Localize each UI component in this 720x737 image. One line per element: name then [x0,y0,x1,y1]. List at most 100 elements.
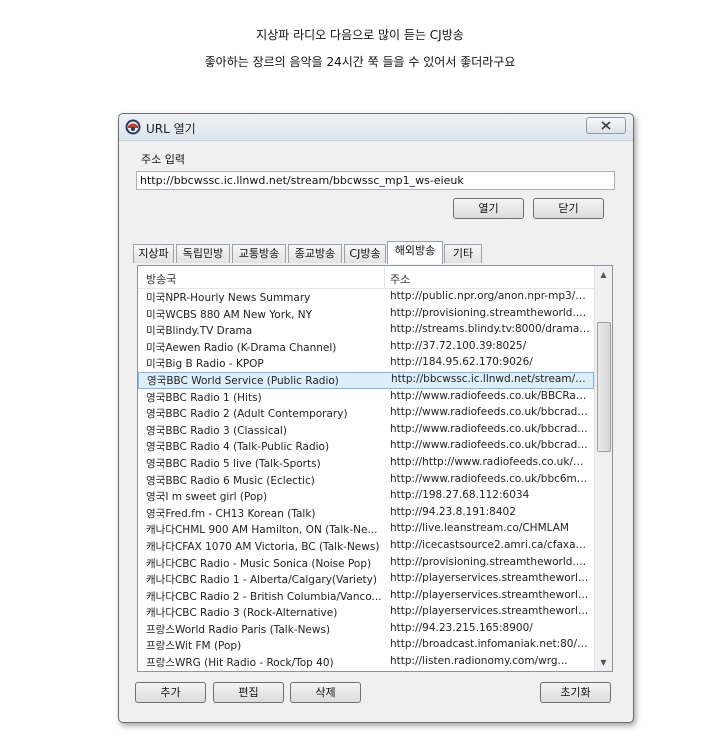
table-row[interactable]: 프랑스World Radio Paris (Talk-News) http://9… [138,621,594,638]
table-row[interactable]: 영국BBC Radio 5 live (Talk-Sports) http://h… [138,455,594,472]
station-url-cell: http://94.23.215.165:8900/ [390,621,533,634]
station-name-cell: 미국Blindy.TV Drama [146,325,253,338]
station-name-cell: 캐나다CBC Radio 2 - British Columbia/Vanco.… [146,590,382,603]
station-name-cell: 캐나다CBC Radio 3 (Rock-Alternative) [146,607,338,620]
table-row[interactable]: 영국I m sweet girl (Pop) http://198.27.68.1… [138,488,594,505]
station-url-cell: http://streams.blindy.tv:8000/drama.m... [390,323,590,336]
station-name-cell: 영국BBC World Service (Public Radio) [147,374,339,387]
address-label: 주소 입력 [141,153,185,166]
station-name-cell: 영국Fred.fm - CH13 Korean (Talk) [146,507,316,520]
table-row[interactable]: 캐나다CHML 900 AM Hamilton, ON (Talk-Ne... h… [138,521,594,538]
station-url-cell: http://bbcwssc.ic.llnwd.net/stream/bbc..… [391,372,591,385]
table-row[interactable]: 미국WCBS 880 AM New York, NY http://provisi… [138,306,594,323]
table-row[interactable]: 캐나다CBC Radio 1 - Alberta/Calgary(Variety… [138,571,594,588]
station-url-cell: http://public.npr.org/anon.npr-mp3/np... [390,290,590,302]
station-url-cell: http://icecastsource2.amri.ca/cfaxam-... [390,538,590,551]
table-row[interactable]: 영국BBC Radio 1 (Hits) http://www.radiofeed… [138,389,594,406]
url-input[interactable] [136,171,615,190]
table-row[interactable]: 캐나다CBC Radio 3 (Rock-Alternative) http://… [138,604,594,621]
station-name-cell: 캐나다CBC Radio - Music Sonica (Noise Pop) [146,557,372,570]
table-row[interactable]: 미국Aewen Radio (K-Drama Channel) http://37… [138,339,594,356]
column-header-address[interactable]: 주소 [390,271,410,287]
column-divider[interactable] [384,266,385,288]
station-name-cell: 영국BBC Radio 3 (Classical) [146,424,287,437]
station-url-cell: http://www.radiofeeds.co.uk/bbc6musi... [390,472,590,485]
table-row[interactable]: 프랑스Wit FM (Pop) http://broadcast.infomani… [138,637,594,654]
open-button[interactable]: 열기 [453,198,524,219]
station-name-cell: 미국Big B Radio - KPOP [146,358,264,371]
table-row[interactable]: 미국NPR-Hourly News Summary http://public.n… [138,289,594,306]
tab-etc[interactable]: 기타 [444,244,482,263]
table-row[interactable]: 영국BBC Radio 3 (Classical) http://www.radi… [138,422,594,439]
list-rows: 미국NPR-Hourly News Summary http://public.n… [138,289,594,671]
station-url-cell: http://www.radiofeeds.co.uk/BBCRadio... [390,389,590,402]
delete-button[interactable]: 삭제 [290,682,361,703]
table-row[interactable]: 영국Fred.fm - CH13 Korean (Talk) http://94.… [138,505,594,522]
tab-traffic[interactable]: 교통방송 [232,244,286,263]
station-url-cell: http://http://www.radiofeeds.co.uk/bbc..… [390,455,590,468]
station-url-cell: http://playerservices.streamtheworld.c..… [390,605,590,618]
tab-religious[interactable]: 종교방송 [288,244,342,263]
caption-line-2: 좋아하는 장르의 음악을 24시간 쭉 들을 수 있어서 좋더라구요 [204,55,516,69]
app-logo-icon [125,119,141,135]
close-icon [601,121,611,130]
scroll-down-icon[interactable]: ▼ [595,654,612,671]
table-row[interactable]: 미국Blindy.TV Drama http://streams.blindy.t… [138,322,594,339]
table-row[interactable]: 영국BBC World Service (Public Radio) http:/… [138,371,594,389]
station-url-cell: http://live.leanstream.co/CHMLAM [390,522,569,535]
add-button[interactable]: 추가 [135,682,206,703]
table-row[interactable]: 프랑스WRG (Hit Radio - Rock/Top 40) http://l… [138,654,594,671]
table-row[interactable]: 캐나다CBC Radio - Music Sonica (Noise Pop) h… [138,555,594,572]
tab-overseas[interactable]: 해외방송 [387,241,443,264]
station-url-cell: http://198.27.68.112:6034 [390,489,530,502]
station-name-cell: 프랑스World Radio Paris (Talk-News) [146,623,331,636]
station-name-cell: 캐나다CFAX 1070 AM Victoria, BC (Talk-News) [146,540,380,553]
station-url-cell: http://94.23.8.191:8402 [390,505,516,518]
station-name-cell: 프랑스Wit FM (Pop) [146,640,242,653]
dialog-titlebar[interactable]: URL 열기 [119,114,633,141]
station-name-cell: 영국BBC Radio 2 (Adult Contemporary) [146,408,348,421]
table-row[interactable]: 미국Big B Radio - KPOP http://184.95.62.170… [138,355,594,372]
station-name-cell: 캐나다CBC Radio 1 - Alberta/Calgary(Variety… [146,574,377,587]
caption-line-1: 지상파 라디오 다음으로 많이 듣는 CJ방송 [256,28,464,42]
station-name-cell: 프랑스WRG (Hit Radio - Rock/Top 40) [146,657,334,670]
station-url-cell: http://www.radiofeeds.co.uk/bbcradio... [390,439,590,452]
list-header: 방송국 주소 [138,266,594,289]
close-dialog-button[interactable]: 닫기 [533,198,604,219]
station-list[interactable]: 방송국 주소 미국NPR-Hourly News Summary http://p… [137,265,613,672]
tab-cj[interactable]: CJ방송 [344,244,386,263]
table-row[interactable]: 캐나다CBC Radio 2 - British Columbia/Vanco.… [138,588,594,605]
station-url-cell: http://www.radiofeeds.co.uk/bbcradio... [390,422,590,435]
edit-button[interactable]: 편집 [213,682,284,703]
station-url-cell: http://listen.radionomy.com/wrg... [390,655,568,668]
list-scrollbar[interactable]: ▲ ▼ [594,266,612,671]
table-row[interactable]: 영국BBC Radio 6 Music (Eclectic) http://www… [138,472,594,489]
station-url-cell: http://playerservices.streamtheworld.c..… [390,588,590,601]
station-url-cell: http://184.95.62.170:9026/ [390,356,533,369]
scroll-thumb[interactable] [597,322,611,452]
scroll-up-icon[interactable]: ▲ [595,266,612,283]
station-url-cell: http://www.radiofeeds.co.uk/bbcradio... [390,406,590,419]
tab-terrestrial[interactable]: 지상파 [133,244,174,263]
reset-button[interactable]: 초기화 [540,682,611,703]
close-button[interactable] [586,117,626,134]
column-header-station[interactable]: 방송국 [146,271,176,287]
station-url-cell: http://provisioning.streamtheworld.co... [390,306,590,319]
station-url-cell: http://provisioning.streamtheworld.co... [390,555,590,568]
table-row[interactable]: 영국BBC Radio 4 (Talk-Public Radio) http://… [138,438,594,455]
dialog-title: URL 열기 [146,122,196,136]
table-row[interactable]: 캐나다CFAX 1070 AM Victoria, BC (Talk-News)… [138,538,594,555]
station-url-cell: http://playerservices.streamtheworld.c..… [390,572,590,585]
station-name-cell: 영국BBC Radio 1 (Hits) [146,391,262,404]
station-name-cell: 미국Aewen Radio (K-Drama Channel) [146,341,337,354]
station-url-cell: http://broadcast.infomaniak.net:80/sta..… [390,638,590,651]
station-name-cell: 영국BBC Radio 4 (Talk-Public Radio) [146,441,330,454]
station-name-cell: 영국I m sweet girl (Pop) [146,491,268,504]
url-open-dialog: URL 열기 주소 입력 열기 닫기 지상파 독립민방 교통방송 종교방송 CJ… [118,113,634,723]
tab-independent[interactable]: 독립민방 [176,244,230,263]
station-url-cell: http://37.72.100.39:8025/ [390,339,527,352]
station-name-cell: 영국BBC Radio 5 live (Talk-Sports) [146,457,321,470]
station-name-cell: 미국WCBS 880 AM New York, NY [146,308,313,321]
table-row[interactable]: 영국BBC Radio 2 (Adult Contemporary) http:/… [138,405,594,422]
station-name-cell: 영국BBC Radio 6 Music (Eclectic) [146,474,315,487]
